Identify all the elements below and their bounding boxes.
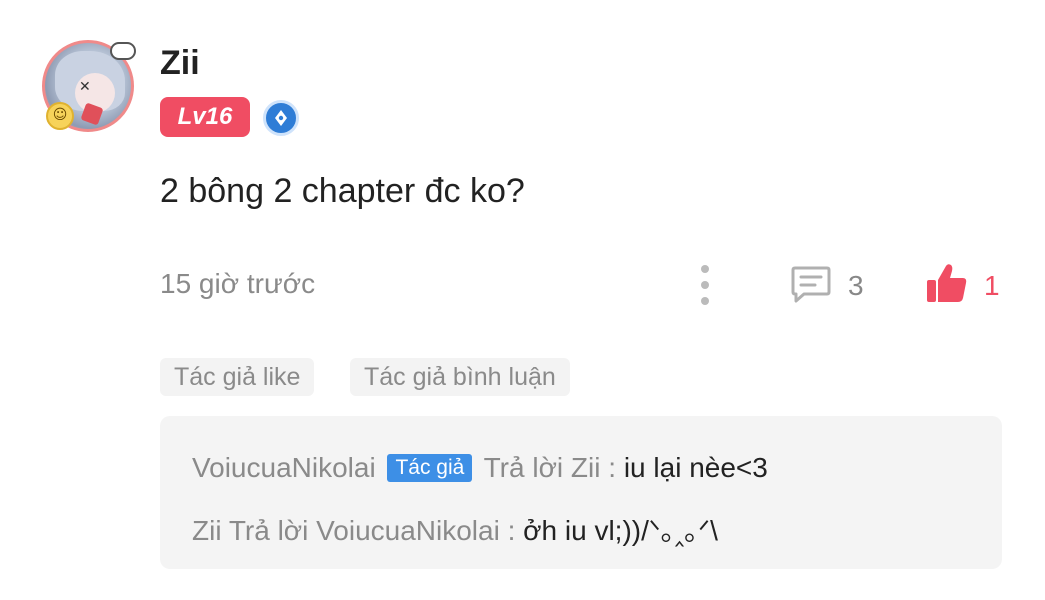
more-vertical-icon[interactable]: [697, 265, 713, 305]
reply-author[interactable]: VoiucuaNikolai: [192, 452, 376, 483]
level-badge: Lv16: [160, 97, 250, 137]
reply-text: iu lại nèe<3: [623, 452, 768, 483]
reply-author[interactable]: Zii: [192, 515, 222, 546]
pen-nib-svg: [275, 110, 287, 126]
avatar-x-mark: ✕: [79, 79, 91, 95]
comment-time: 15 giờ trước: [160, 268, 316, 299]
verified-pen-icon: [263, 100, 299, 136]
reply-action: Trả lời VoiucuaNikolai :: [228, 515, 516, 546]
author-badge: Tác giả: [387, 454, 473, 482]
reply-count: 3: [848, 270, 864, 301]
reply-item[interactable]: VoiucuaNikolai Tác giả Trả lời Zii : iu …: [192, 452, 768, 484]
username[interactable]: Zii: [160, 44, 200, 83]
reply-text: ởh iu vl;))/ᐠ｡‸｡ᐟ\: [523, 515, 718, 546]
comment-icon[interactable]: [790, 264, 832, 304]
replies-panel[interactable]: VoiucuaNikolai Tác giả Trả lời Zii : iu …: [160, 416, 1002, 569]
smile-badge-icon: ☺: [46, 102, 74, 130]
tag-author-comment: Tác giả bình luận: [350, 358, 570, 396]
like-count: 1: [984, 270, 1000, 301]
avatar[interactable]: ✕ ☺: [42, 40, 138, 136]
cloud-icon: [110, 42, 136, 60]
reply-action: Trả lời Zii :: [483, 452, 617, 483]
thumbs-up-icon[interactable]: [925, 262, 969, 304]
reply-item[interactable]: Zii Trả lời VoiucuaNikolai : ởh iu vl;))…: [192, 509, 718, 549]
comment-text: 2 bông 2 chapter đc ko?: [160, 172, 525, 210]
tag-author-like: Tác giả like: [160, 358, 315, 396]
